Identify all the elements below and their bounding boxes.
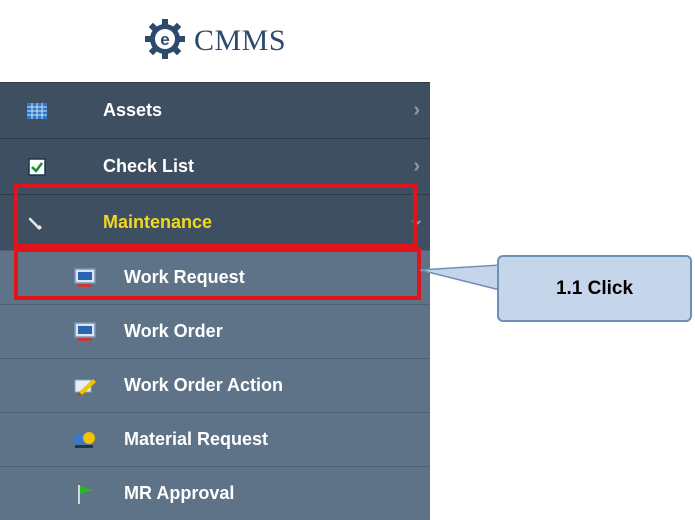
callout-box: 1.1 Click: [497, 255, 692, 322]
callout-text: 1.1 Click: [555, 277, 634, 299]
